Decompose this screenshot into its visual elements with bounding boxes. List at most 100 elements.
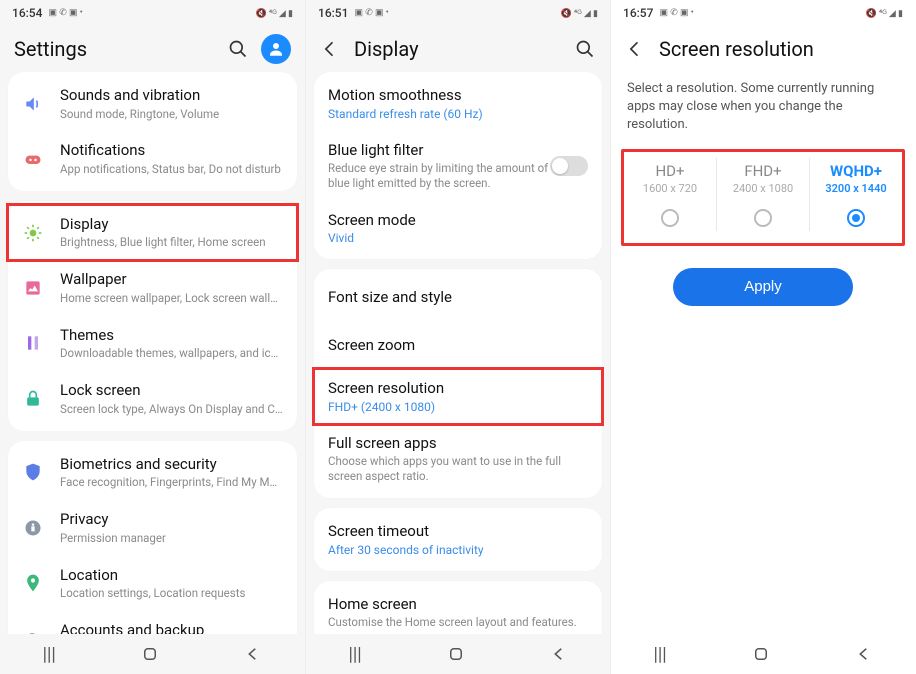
row-value: FHD+ (2400 x 1080) xyxy=(328,400,588,414)
display-row-full-screen-apps[interactable]: Full screen apps Choose which apps you w… xyxy=(314,424,602,494)
settings-row-notifications[interactable]: Notifications App notifications, Status … xyxy=(8,131,297,186)
search-icon[interactable] xyxy=(574,38,596,60)
resolution-option-fhdplus[interactable]: FHD+ 2400 x 1080 xyxy=(717,158,810,231)
row-title: Privacy xyxy=(60,510,283,530)
back-key[interactable] xyxy=(244,645,262,663)
option-dimensions: 1600 x 720 xyxy=(626,182,714,195)
row-title: Full screen apps xyxy=(328,434,588,454)
row-title: Font size and style xyxy=(328,288,588,308)
clock: 16:51 xyxy=(318,6,348,20)
help-text: Select a resolution. Some currently runn… xyxy=(611,72,915,149)
recents-key[interactable]: ||| xyxy=(43,644,56,665)
settings-row-privacy[interactable]: Privacy Permission manager xyxy=(8,500,297,555)
status-bar: 16:51 ▣ ✆ ▣ • 🔇 ⁴ᴳ ◢ ▮ xyxy=(306,0,610,26)
toggle-switch[interactable] xyxy=(550,156,588,176)
settings-row-biometrics-and-security[interactable]: Biometrics and security Face recognition… xyxy=(8,445,297,500)
settings-row-display[interactable]: Display Brightness, Blue light filter, H… xyxy=(8,205,297,260)
profile-avatar[interactable] xyxy=(261,34,291,64)
settings-row-lock-screen[interactable]: Lock screen Screen lock type, Always On … xyxy=(8,371,297,426)
pin-icon xyxy=(22,572,44,594)
apply-button[interactable]: Apply xyxy=(673,268,853,306)
home-key[interactable] xyxy=(141,645,159,663)
display-row-home-screen[interactable]: Home screen Customise the Home screen la… xyxy=(314,585,602,634)
row-subtitle: Home screen wallpaper, Lock screen wallp… xyxy=(60,291,283,306)
recents-key[interactable]: ||| xyxy=(348,644,361,665)
row-title: Blue light filter xyxy=(328,141,550,161)
row-subtitle: App notifications, Status bar, Do not di… xyxy=(60,162,283,177)
nav-bar: ||| xyxy=(611,634,915,674)
option-dimensions: 2400 x 1080 xyxy=(719,182,807,195)
back-key[interactable] xyxy=(855,645,873,663)
row-title: Notifications xyxy=(60,141,283,161)
row-title: Display xyxy=(60,215,283,235)
search-icon[interactable] xyxy=(227,38,249,60)
wallpaper-icon xyxy=(22,277,44,299)
dnd-icon xyxy=(22,148,44,170)
themes-icon xyxy=(22,332,44,354)
status-bar: 16:54 ▣ ✆ ▣ • 🔇 ⁴ᴳ ◢ ▮ xyxy=(0,0,305,26)
status-left-icons: ▣ ✆ ▣ • xyxy=(48,8,82,18)
row-value: After 30 seconds of inactivity xyxy=(328,543,588,557)
header: Display xyxy=(306,26,610,72)
row-title: Wallpaper xyxy=(60,270,283,290)
brightness-icon xyxy=(22,222,44,244)
display-row-blue-light-filter[interactable]: Blue light filter Reduce eye strain by l… xyxy=(314,131,602,201)
row-title: Screen resolution xyxy=(328,379,588,399)
nav-bar: ||| xyxy=(306,634,610,674)
row-subtitle: Downloadable themes, wallpapers, and ico… xyxy=(60,346,283,361)
row-subtitle: Brightness, Blue light filter, Home scre… xyxy=(60,235,283,250)
settings-row-location[interactable]: Location Location settings, Location req… xyxy=(8,556,297,611)
phone-display: 16:51 ▣ ✆ ▣ • 🔇 ⁴ᴳ ◢ ▮ Display Motion sm… xyxy=(305,0,610,674)
option-name: FHD+ xyxy=(719,162,807,180)
radio-icon xyxy=(847,209,865,227)
home-key[interactable] xyxy=(447,645,465,663)
row-subtitle: Reduce eye strain by limiting the amount… xyxy=(328,161,550,191)
row-title: Lock screen xyxy=(60,381,283,401)
row-title: Accounts and backup xyxy=(60,621,283,634)
row-subtitle: Location settings, Location requests xyxy=(60,586,283,601)
settings-row-themes[interactable]: Themes Downloadable themes, wallpapers, … xyxy=(8,316,297,371)
display-row-motion-smoothness[interactable]: Motion smoothness Standard refresh rate … xyxy=(314,76,602,131)
status-right-icons: 🔇 ⁴ᴳ ◢ ▮ xyxy=(560,8,598,19)
display-row-screen-zoom[interactable]: Screen zoom xyxy=(314,321,602,369)
privacy-icon xyxy=(22,517,44,539)
row-title: Themes xyxy=(60,326,283,346)
header: Screen resolution xyxy=(611,26,915,72)
settings-row-wallpaper[interactable]: Wallpaper Home screen wallpaper, Lock sc… xyxy=(8,260,297,315)
clock: 16:54 xyxy=(12,6,42,20)
status-bar: 16:57 ▣ ✆ ▣ • 🔇 ⁴ᴳ ◢ ▮ xyxy=(611,0,915,26)
nav-bar: ||| xyxy=(0,634,305,674)
settings-row-sounds-and-vibration[interactable]: Sounds and vibration Sound mode, Rington… xyxy=(8,76,297,131)
row-title: Location xyxy=(60,566,283,586)
option-name: HD+ xyxy=(626,162,714,180)
option-name: WQHD+ xyxy=(812,162,900,180)
header: Settings xyxy=(0,26,305,72)
recents-key[interactable]: ||| xyxy=(653,644,666,665)
display-row-screen-resolution[interactable]: Screen resolution FHD+ (2400 x 1080) xyxy=(314,369,602,424)
settings-row-accounts-and-backup[interactable]: Accounts and backup Samsung Cloud, Smart… xyxy=(8,611,297,634)
row-value: Standard refresh rate (60 Hz) xyxy=(328,107,588,121)
resolution-option-hdplus[interactable]: HD+ 1600 x 720 xyxy=(624,158,717,231)
row-title: Biometrics and security xyxy=(60,455,283,475)
phone-settings: 16:54 ▣ ✆ ▣ • 🔇 ⁴ᴳ ◢ ▮ Settings Sounds a… xyxy=(0,0,305,674)
display-row-font-size-and-style[interactable]: Font size and style xyxy=(314,273,602,321)
row-subtitle: Permission manager xyxy=(60,531,283,546)
row-title: Home screen xyxy=(328,595,588,615)
display-row-screen-timeout[interactable]: Screen timeout After 30 seconds of inact… xyxy=(314,512,602,567)
row-title: Screen zoom xyxy=(328,336,588,356)
row-value: Vivid xyxy=(328,231,588,245)
status-right-icons: 🔇 ⁴ᴳ ◢ ▮ xyxy=(865,8,903,19)
back-key[interactable] xyxy=(550,645,568,663)
radio-icon xyxy=(661,209,679,227)
resolution-option-wqhdplus[interactable]: WQHD+ 3200 x 1440 xyxy=(810,158,902,231)
phone-resolution: 16:57 ▣ ✆ ▣ • 🔇 ⁴ᴳ ◢ ▮ Screen resolution… xyxy=(610,0,915,674)
home-key[interactable] xyxy=(752,645,770,663)
back-icon[interactable] xyxy=(320,39,340,59)
lock-icon xyxy=(22,388,44,410)
back-icon[interactable] xyxy=(625,39,645,59)
page-title: Screen resolution xyxy=(659,37,901,61)
row-subtitle: Customise the Home screen layout and fea… xyxy=(328,615,588,630)
display-row-screen-mode[interactable]: Screen mode Vivid xyxy=(314,201,602,256)
row-title: Sounds and vibration xyxy=(60,86,283,106)
row-subtitle: Face recognition, Fingerprints, Find My … xyxy=(60,475,283,490)
